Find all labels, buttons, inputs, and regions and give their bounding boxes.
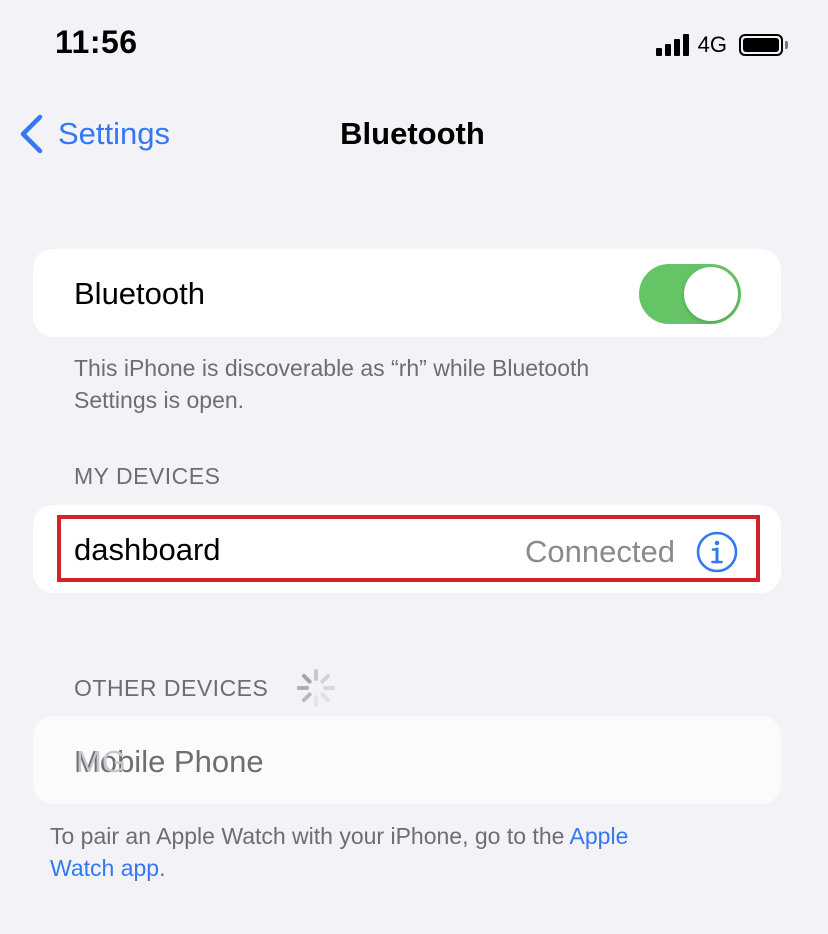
highlight-annotation (57, 515, 760, 582)
battery-icon (739, 34, 788, 56)
cellular-signal-icon (655, 34, 689, 56)
other-devices-list: Mobile Phone (33, 716, 781, 804)
my-devices-header: MY DEVICES (74, 463, 221, 489)
network-type: 4G (697, 32, 727, 57)
watch-app-link-part2[interactable]: Watch app (50, 855, 159, 881)
other-devices-header: OTHER DEVICES (74, 675, 269, 701)
apple-watch-note: To pair an Apple Watch with your iPhone,… (50, 820, 780, 884)
bluetooth-toggle-label: Bluetooth (74, 276, 205, 311)
watch-app-link-part1[interactable]: Apple (570, 823, 629, 849)
loading-spinner-icon (297, 669, 335, 707)
status-icons: 4G (655, 32, 788, 57)
watch-note-period: . (159, 855, 166, 881)
bluetooth-settings-screen: 11:56 4G Settings Bluetooth Bluetooth Th… (0, 0, 828, 934)
page-title: Bluetooth (0, 116, 828, 152)
bluetooth-toggle-switch[interactable] (639, 264, 741, 324)
discoverable-note-line1: This iPhone is discoverable as “rh” whil… (74, 355, 590, 381)
page-title-text: Bluetooth (340, 116, 485, 151)
status-time: 11:56 (55, 24, 138, 60)
device-row-mobile-phone[interactable]: Mobile Phone (33, 716, 781, 804)
ghost-overlay-text: MG (76, 744, 126, 779)
toggle-knob (684, 267, 738, 321)
discoverable-note-line2: Settings is open. (74, 387, 245, 413)
discoverable-note: This iPhone is discoverable as “rh” whil… (74, 352, 589, 416)
bluetooth-toggle-row: Bluetooth (33, 249, 781, 337)
watch-note-text: To pair an Apple Watch with your iPhone,… (50, 823, 570, 849)
